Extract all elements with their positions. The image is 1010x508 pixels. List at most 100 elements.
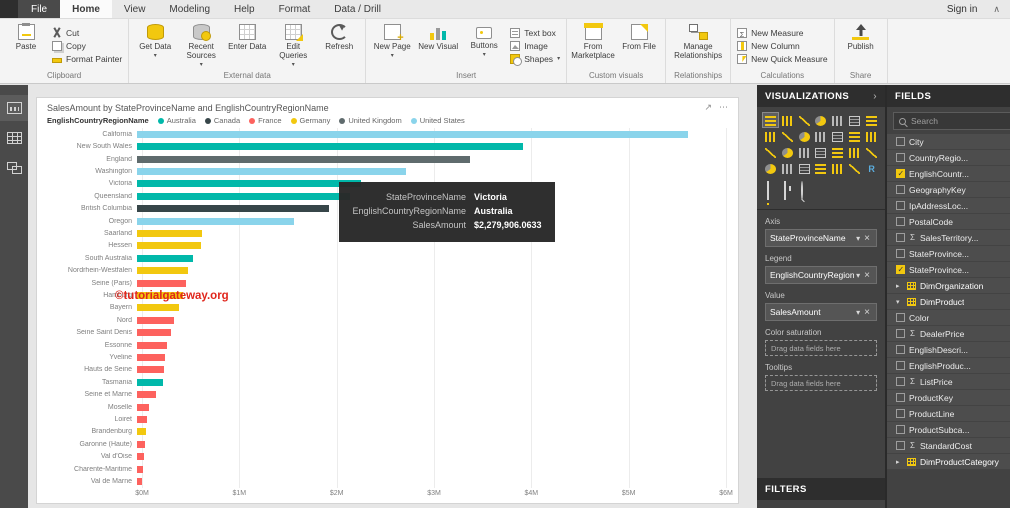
field-checkbox[interactable] bbox=[896, 345, 905, 354]
bar-val-d-oise[interactable] bbox=[137, 453, 145, 461]
tab-format[interactable]: Format bbox=[267, 0, 323, 18]
bar-nordrhein-westfalen[interactable] bbox=[137, 267, 189, 275]
bar-brandenburg[interactable] bbox=[137, 428, 146, 436]
report-canvas[interactable]: SalesAmount by StateProvinceName and Eng… bbox=[28, 85, 757, 508]
legend-item-united-states[interactable]: United States bbox=[410, 116, 465, 125]
stacked-bar-chart-icon[interactable] bbox=[762, 112, 779, 128]
bar-oregon[interactable] bbox=[137, 217, 295, 225]
field-checkbox[interactable] bbox=[896, 441, 905, 450]
line-clustered-column-chart-icon[interactable] bbox=[814, 145, 829, 159]
sign-in-link[interactable]: Sign in bbox=[947, 4, 978, 15]
hundred-stacked-bar-chart-icon[interactable] bbox=[830, 113, 845, 127]
bar-saarland[interactable] bbox=[137, 229, 202, 237]
bar-garonne-haute[interactable] bbox=[137, 440, 146, 448]
new-column-button[interactable]: New Column bbox=[737, 40, 828, 51]
copy-button[interactable]: Copy bbox=[52, 40, 122, 51]
expand-icon[interactable]: ▸ bbox=[896, 282, 903, 290]
tab-help[interactable]: Help bbox=[222, 0, 267, 18]
donut-chart-icon[interactable] bbox=[814, 129, 829, 143]
format-painter-button[interactable]: Format Painter bbox=[52, 54, 122, 64]
field-row-productline[interactable]: ProductLine bbox=[887, 406, 1010, 422]
format-tab[interactable] bbox=[784, 181, 786, 205]
clustered-column-chart-icon[interactable] bbox=[814, 113, 829, 127]
field-row-ipaddressloc[interactable]: IpAddressLoc... bbox=[887, 198, 1010, 214]
new-quick-measure-button[interactable]: New Quick Measure bbox=[737, 53, 828, 64]
search-input[interactable] bbox=[911, 116, 1010, 126]
bar-south-australia[interactable] bbox=[137, 254, 193, 262]
card-icon[interactable] bbox=[763, 161, 778, 175]
field-row-countryregio[interactable]: CountryRegio... bbox=[887, 150, 1010, 166]
remove-field-icon[interactable]: × bbox=[862, 307, 872, 318]
expand-icon[interactable]: ▾ bbox=[896, 298, 903, 306]
waterfall-chart-icon[interactable] bbox=[763, 129, 778, 143]
manage-relationships-button[interactable]: Manage Relationships bbox=[670, 21, 726, 70]
bar-chart-visual[interactable]: SalesAmount by StateProvinceName and Eng… bbox=[36, 97, 739, 504]
field-checkbox[interactable] bbox=[896, 393, 905, 402]
bar-new-south-wales[interactable] bbox=[137, 143, 523, 151]
ribbon-chart-icon[interactable] bbox=[864, 113, 879, 127]
shapes-button[interactable]: Shapes ▾ bbox=[510, 53, 560, 66]
fields-tab[interactable] bbox=[767, 181, 769, 205]
collapse-pane-icon[interactable]: › bbox=[873, 91, 877, 102]
bar-england[interactable] bbox=[137, 155, 470, 163]
dropzone-tooltips[interactable]: Drag data fields here bbox=[765, 375, 877, 391]
tab-data-drill[interactable]: Data / Drill bbox=[322, 0, 393, 18]
field-row-productkey[interactable]: ProductKey bbox=[887, 390, 1010, 406]
cut-button[interactable]: Cut bbox=[52, 28, 122, 38]
legend-item-united-kingdom[interactable]: United Kingdom bbox=[339, 116, 402, 125]
field-checkbox[interactable] bbox=[896, 377, 905, 386]
enter-data-button[interactable]: Enter Data bbox=[225, 21, 269, 70]
well-legend[interactable]: EnglishCountryRegionN ▾ × bbox=[765, 266, 877, 284]
field-checkbox[interactable] bbox=[896, 233, 905, 242]
field-row-standardcost[interactable]: Σ StandardCost bbox=[887, 438, 1010, 454]
field-row-stateprovince[interactable]: StateProvince... bbox=[887, 246, 1010, 262]
bar-british-columbia[interactable] bbox=[137, 205, 330, 213]
gauge-icon[interactable] bbox=[864, 145, 879, 159]
field-checkbox[interactable] bbox=[896, 361, 905, 370]
remove-field-icon[interactable]: × bbox=[862, 233, 872, 244]
field-row-city[interactable]: City bbox=[887, 134, 1010, 150]
pie-chart-icon[interactable] bbox=[797, 129, 812, 143]
bar-seine-et-marne[interactable] bbox=[137, 391, 156, 399]
scatter-chart-icon[interactable] bbox=[780, 129, 795, 143]
new-page-button[interactable]: New Page ▾ bbox=[370, 21, 414, 70]
bar-hessen[interactable] bbox=[137, 242, 201, 250]
table-row-dimproduct[interactable]: ▾ DimProduct bbox=[887, 294, 1010, 310]
field-checkbox[interactable] bbox=[896, 185, 905, 194]
dropzone-color-saturation[interactable]: Drag data fields here bbox=[765, 340, 877, 356]
field-row-geographykey[interactable]: GeographyKey bbox=[887, 182, 1010, 198]
bar-bayern[interactable] bbox=[137, 304, 180, 312]
bar-charente-maritime[interactable] bbox=[137, 465, 144, 473]
field-row-stateprovince[interactable]: StateProvince... bbox=[887, 262, 1010, 278]
tab-view[interactable]: View bbox=[112, 0, 158, 18]
well-axis[interactable]: StateProvinceName ▾ × bbox=[765, 229, 877, 247]
legend-item-australia[interactable]: Australia bbox=[157, 116, 196, 125]
field-row-dealerprice[interactable]: Σ DealerPrice bbox=[887, 326, 1010, 342]
more-options-icon[interactable]: ⋯ bbox=[719, 103, 728, 112]
bar-victoria[interactable] bbox=[137, 180, 361, 188]
field-checkbox[interactable] bbox=[896, 169, 905, 178]
publish-button[interactable]: Publish bbox=[839, 21, 883, 70]
multi-row-card-icon[interactable] bbox=[780, 161, 795, 175]
field-checkbox[interactable] bbox=[896, 313, 905, 322]
area-chart-icon[interactable] bbox=[780, 145, 795, 159]
line-chart-icon[interactable] bbox=[763, 145, 778, 159]
dropdown-caret-icon[interactable]: ▾ bbox=[854, 308, 862, 317]
new-visual-button[interactable]: New Visual bbox=[416, 21, 460, 70]
bar-california[interactable] bbox=[137, 130, 688, 138]
matrix-icon[interactable] bbox=[847, 161, 862, 175]
clustered-bar-chart-icon[interactable] bbox=[797, 113, 812, 127]
field-checkbox[interactable] bbox=[896, 201, 905, 210]
r-script-icon[interactable]: R bbox=[864, 161, 879, 175]
table-row-dimorganization[interactable]: ▸ DimOrganization bbox=[887, 278, 1010, 294]
get-data-button[interactable]: Get Data ▾ bbox=[133, 21, 177, 70]
report-view-button[interactable] bbox=[0, 95, 28, 121]
table-row-dimproductcategory[interactable]: ▸ DimProductCategory bbox=[887, 454, 1010, 470]
field-row-englishdescri[interactable]: EnglishDescri... bbox=[887, 342, 1010, 358]
legend-item-france[interactable]: France bbox=[249, 116, 282, 125]
field-checkbox[interactable] bbox=[896, 137, 905, 146]
funnel-icon[interactable] bbox=[847, 145, 862, 159]
bar-queensland[interactable] bbox=[137, 192, 351, 200]
treemap-icon[interactable] bbox=[830, 129, 845, 143]
refresh-button[interactable]: Refresh bbox=[317, 21, 361, 70]
